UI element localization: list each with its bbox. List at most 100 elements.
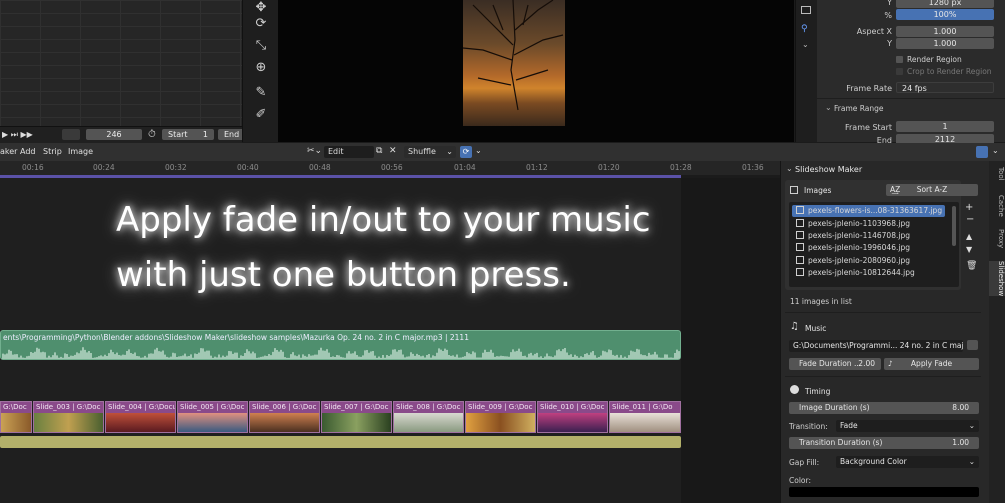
image-strip[interactable]: Slide_011 | G:\Do (609, 401, 681, 433)
menu-image[interactable]: Image (68, 147, 93, 156)
crop-checkbox[interactable] (896, 68, 903, 75)
list-item[interactable]: pexels-jplenio-1146708.jpg (796, 230, 910, 242)
list-item-label: pexels-flowers-is...08-31363617.jpg (808, 206, 943, 215)
music-path-field[interactable]: G:\Documents\Programmi... 24 no. 2 in C … (789, 340, 963, 352)
edit-field[interactable]: Edit (324, 146, 374, 158)
graph-editor[interactable] (0, 0, 242, 126)
move-icon[interactable]: ✥ (253, 0, 269, 16)
chevron-down-icon[interactable]: ⌄ (786, 164, 793, 173)
image-file-icon (796, 243, 804, 251)
image-strip[interactable]: Slide_008 | G:\Doc (393, 401, 464, 433)
aspect-y-field[interactable]: 1.000 (896, 38, 994, 49)
close-icon[interactable]: ✕ (389, 146, 397, 156)
chevron-down-icon[interactable]: ⌄ (825, 103, 832, 112)
image-strip[interactable]: Slide_010 | G:\Doc (537, 401, 608, 433)
list-item[interactable]: pexels-jplenio-1996046.jpg (796, 242, 910, 254)
image-file-icon (796, 206, 804, 214)
playback-controls-icon[interactable]: ▶ ⏭ ▶▶ (2, 130, 33, 140)
image-strip[interactable]: Slide_006 | G:\Doc (249, 401, 320, 433)
current-frame-field[interactable]: 246 (86, 129, 142, 140)
transform-icon[interactable]: ⊕ (253, 60, 269, 76)
transition-label: Transition: (789, 422, 828, 431)
color-strip[interactable] (0, 436, 681, 448)
menu-slideshow-maker[interactable]: aker (0, 147, 17, 156)
color-swatch[interactable] (789, 487, 979, 497)
time-ruler[interactable]: 00:16 00:24 00:32 00:40 00:48 00:56 01:0… (0, 161, 780, 175)
toggle-sidebar-icon[interactable] (801, 6, 811, 14)
move-down-icon[interactable]: ▼ (966, 245, 972, 254)
remove-icon[interactable]: − (966, 214, 974, 225)
list-item[interactable]: pexels-jplenio-2080960.jpg (796, 255, 910, 267)
divider (817, 98, 1005, 99)
image-strip[interactable]: Slide_004 | G:\Docu (105, 401, 176, 433)
refresh-icon[interactable]: ⟳ (460, 146, 472, 158)
music-note-icon: ♪ (888, 359, 893, 368)
tab-slideshow[interactable]: Slideshow (989, 261, 1005, 297)
scale-icon[interactable]: ⤡ (253, 38, 269, 54)
images-count: 11 images in list (790, 297, 852, 306)
chevron-down-icon[interactable]: ⌄ (992, 146, 999, 155)
playback-bar: ▶ ⏭ ▶▶ 246 ⏱ Start 1 End (0, 126, 242, 143)
image-strip[interactable]: Slide_003 | G:\Doc (33, 401, 104, 433)
folder-icon[interactable] (967, 340, 978, 350)
fade-duration-field[interactable]: Fade Duration ... 2.00 (789, 358, 881, 370)
render-region-checkbox[interactable] (896, 56, 903, 63)
keying-icon[interactable] (62, 129, 80, 140)
apply-fade-button[interactable]: ♪ Apply Fade (884, 358, 979, 370)
tab-cache[interactable]: Cache (989, 195, 1005, 217)
image-strip[interactable]: Slide_005 | G:\Doc (177, 401, 248, 433)
resolution-percentage[interactable]: 100% (896, 9, 994, 20)
add-icon[interactable]: + (965, 202, 973, 213)
shuffle-select[interactable]: Shuffle ⌄ (404, 146, 456, 158)
sort-button[interactable]: A͢Z Sort A-Z (886, 184, 978, 196)
playback-range (0, 175, 681, 178)
clip-thumbnails (1, 413, 31, 432)
stopwatch-icon[interactable]: ⏱ (148, 129, 156, 140)
aspect-x-field[interactable]: 1.000 (896, 26, 994, 37)
audio-strip[interactable]: ents\Programming\Python\Blender addons\S… (0, 330, 681, 360)
clip-label: Slide_004 | G:\Docu (108, 403, 176, 411)
tab-proxy[interactable]: Proxy (989, 229, 1005, 248)
list-item[interactable]: pexels-jplenio-10812644.jpg (796, 267, 915, 279)
panel-title[interactable]: Slideshow Maker (795, 165, 862, 174)
transition-duration-field[interactable]: Transition Duration (s) 1.00 (789, 437, 979, 449)
chevron-down-icon[interactable]: ⌄ (802, 40, 809, 49)
rotate-icon[interactable]: ⟳ (253, 16, 269, 32)
transition-select[interactable]: Fade ⌄ (836, 420, 979, 432)
frame-range-title[interactable]: Frame Range (834, 104, 884, 113)
menu-strip[interactable]: Strip (43, 147, 62, 156)
image-strip[interactable]: Slide_009 | G:\Doc (465, 401, 536, 433)
move-up-icon[interactable]: ▲ (966, 232, 972, 241)
start-frame-field[interactable]: Start 1 (162, 129, 214, 140)
list-item-label: pexels-jplenio-1103968.jpg (808, 219, 910, 228)
copy-icon[interactable]: ⧉ (376, 146, 382, 156)
tab-tool[interactable]: Tool (989, 167, 1005, 181)
list-item[interactable]: pexels-jplenio-1103968.jpg (796, 218, 910, 230)
annotate-icon[interactable]: ✐ (253, 107, 269, 123)
image-duration-field[interactable]: Image Duration (s) 8.00 (789, 402, 979, 414)
end-frame-field[interactable]: End (218, 129, 242, 140)
list-item[interactable]: pexels-flowers-is...08-31363617.jpg (796, 205, 942, 217)
clock-icon (790, 385, 799, 394)
overlay-toggle-icon[interactable] (976, 146, 988, 158)
frame-start-field[interactable]: 1 (896, 121, 994, 132)
res-y-field[interactable]: 1280 px (896, 0, 994, 8)
image-strip[interactable]: Slide_007 | G:\Doc (321, 401, 392, 433)
list-scrollbar[interactable] (952, 206, 956, 246)
trash-icon[interactable]: 🗑 (966, 261, 977, 271)
menu-add[interactable]: Add (20, 147, 36, 156)
image-strip[interactable]: G:\Doc (0, 401, 32, 433)
gap-fill-select[interactable]: Background Color ⌄ (836, 456, 979, 468)
caption-line-1: Apply fade in/out to your music (116, 200, 651, 240)
image-duration-value: 8.00 (952, 403, 969, 412)
frame-rate-select[interactable]: 24 fps (896, 82, 994, 93)
aspect-x-label: Aspect X (856, 27, 892, 36)
edit-mode-icon[interactable]: ✂⌄ (307, 146, 322, 156)
chevron-down-icon[interactable]: ⌄ (475, 146, 482, 155)
list-item-label: pexels-jplenio-2080960.jpg (808, 256, 910, 265)
overlay-icon[interactable]: ⚲ (801, 24, 808, 34)
images-label: Images (804, 186, 832, 195)
frame-rate-label: Frame Rate (846, 84, 892, 93)
eyedropper-icon[interactable]: ✎ (253, 85, 269, 101)
image-file-icon (796, 256, 804, 264)
